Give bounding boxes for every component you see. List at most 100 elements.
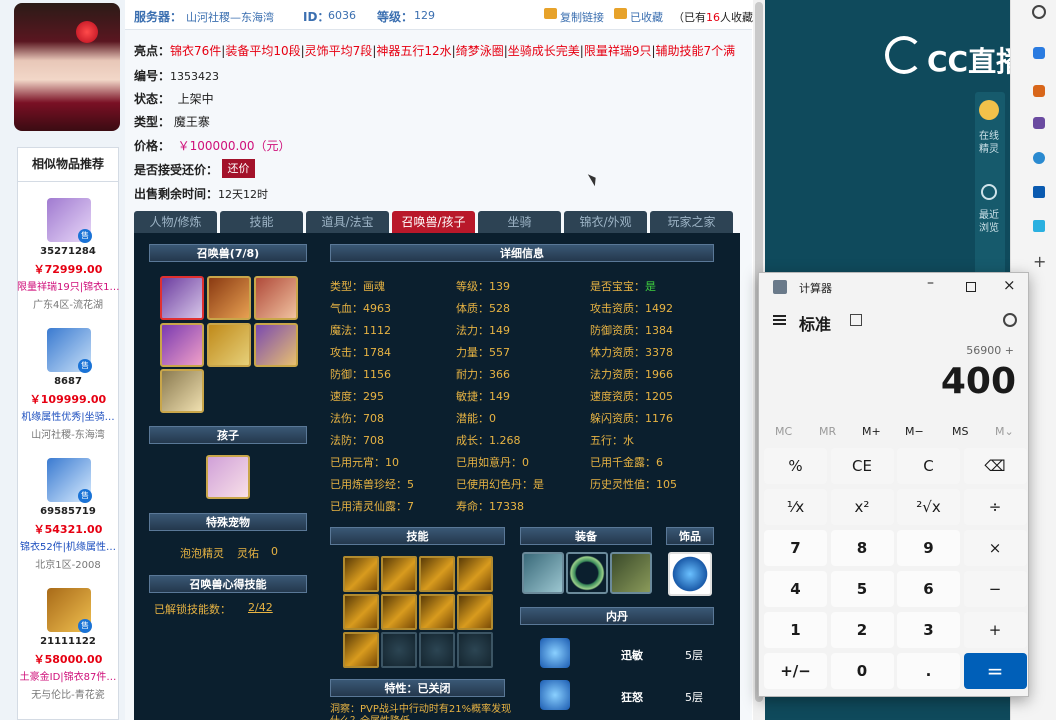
search-icon[interactable] [1032, 5, 1046, 19]
calc-key-1-3[interactable]: ÷ [963, 489, 1027, 525]
calc-key-0-2[interactable]: C [897, 448, 960, 484]
calc-key-0-3[interactable]: ⌫ [963, 448, 1027, 484]
calc-key-4-1[interactable]: 2 [830, 612, 894, 648]
similar-item-desc[interactable]: 锦衣52件|机缘属性… [17, 538, 119, 553]
sprite-icon[interactable] [979, 100, 999, 120]
inner-pill-icon[interactable] [540, 680, 570, 710]
memory-button-4[interactable]: MS [952, 425, 968, 438]
shopping-icon[interactable] [1033, 47, 1045, 59]
similar-item-desc[interactable]: 土豪金ID|锦衣87件… [17, 668, 119, 683]
tab-4[interactable]: 坐骑 [478, 211, 561, 233]
stat-value: 1156 [363, 368, 391, 381]
memory-button-2[interactable]: M+ [862, 425, 881, 438]
online-sprite-label[interactable]: 在线精灵 [977, 130, 1001, 156]
pet-slot-7[interactable] [160, 369, 204, 413]
calc-key-2-1[interactable]: 8 [830, 530, 894, 566]
pet-slot-3[interactable] [254, 276, 298, 320]
calc-key-5-3[interactable]: = [963, 653, 1027, 689]
inner-pill-header: 内丹 [520, 607, 714, 625]
memory-button-1[interactable]: MR [819, 425, 836, 438]
pet-slot-5[interactable] [207, 323, 251, 367]
similar-item-image[interactable]: 售 [47, 588, 92, 633]
similar-item-desc[interactable]: 机缘属性优秀|坐骑… [17, 408, 119, 423]
tab-1[interactable]: 技能 [220, 211, 303, 233]
calc-key-3-3[interactable]: − [963, 571, 1027, 607]
calc-key-4-2[interactable]: 3 [897, 612, 960, 648]
telegram-icon[interactable] [1033, 220, 1045, 232]
skill-slot[interactable] [457, 556, 493, 592]
skill-slot[interactable] [419, 594, 455, 630]
similar-item-desc[interactable]: 限量祥瑞19只|锦衣1… [17, 278, 119, 293]
similar-item-server: 山河社稷-东海湾 [31, 430, 105, 441]
calc-key-5-2[interactable]: . [897, 653, 960, 689]
skill-slot[interactable] [381, 594, 417, 630]
similar-item-price[interactable]: ￥54321.00 [17, 521, 119, 537]
empty-skill-slot[interactable] [419, 632, 455, 668]
copilot-icon[interactable] [1033, 152, 1045, 164]
calc-key-4-3[interactable]: + [963, 612, 1027, 648]
equip-slot-1[interactable] [522, 552, 564, 594]
unlocked-value-link[interactable]: 2/42 [248, 601, 273, 614]
child-slot[interactable] [206, 455, 250, 499]
pet-slot-6[interactable] [254, 323, 298, 367]
memory-button-0[interactable]: MC [775, 425, 792, 438]
tab-6[interactable]: 玩家之家 [650, 211, 733, 233]
calc-key-2-2[interactable]: 9 [897, 530, 960, 566]
keep-on-top-icon[interactable] [850, 314, 862, 326]
recent-browse-label[interactable]: 最近浏览 [977, 209, 1001, 235]
outlook-icon[interactable] [1033, 186, 1045, 198]
calc-key-1-2[interactable]: ²√x [897, 489, 960, 525]
close-button[interactable]: × [1003, 276, 1016, 294]
calc-key-3-1[interactable]: 5 [830, 571, 894, 607]
calc-key-1-0[interactable]: ¹⁄x [764, 489, 827, 525]
tab-5[interactable]: 锦衣/外观 [564, 211, 647, 233]
calc-key-5-0[interactable]: +/− [764, 653, 827, 689]
skill-slot[interactable] [381, 556, 417, 592]
similar-item-price[interactable]: ￥58000.00 [17, 651, 119, 667]
history-icon[interactable] [1003, 313, 1017, 327]
calc-key-3-0[interactable]: 4 [764, 571, 827, 607]
copy-link-button[interactable]: 复制链接 [560, 9, 604, 25]
skill-slot[interactable] [343, 632, 379, 668]
calc-key-5-1[interactable]: 0 [830, 653, 894, 689]
favorited-button[interactable]: 已收藏 [630, 9, 663, 25]
tab-2[interactable]: 道具/法宝 [306, 211, 389, 233]
minimize-button[interactable]: – [927, 275, 934, 291]
skill-slot[interactable] [343, 556, 379, 592]
tools-icon[interactable] [1033, 85, 1045, 97]
tab-0[interactable]: 人物/修炼 [134, 211, 217, 233]
calc-key-0-1[interactable]: CE [830, 448, 894, 484]
maximize-button[interactable] [966, 282, 976, 292]
calc-key-0-0[interactable]: % [764, 448, 827, 484]
pet-slot-1[interactable] [160, 276, 204, 320]
skill-slot[interactable] [419, 556, 455, 592]
empty-skill-slot[interactable] [381, 632, 417, 668]
empty-skill-slot[interactable] [457, 632, 493, 668]
pet-slot-4[interactable] [160, 323, 204, 367]
calc-key-1-1[interactable]: x² [830, 489, 894, 525]
equip-slot-3[interactable] [610, 552, 652, 594]
skill-slot[interactable] [457, 594, 493, 630]
calc-key-3-2[interactable]: 6 [897, 571, 960, 607]
memory-button-5[interactable]: M⌄ [995, 425, 1014, 438]
memory-button-3[interactable]: M− [905, 425, 924, 438]
add-icon[interactable]: + [1033, 252, 1046, 271]
similar-item-image[interactable]: 售 [47, 328, 92, 373]
clock-icon[interactable] [981, 184, 997, 200]
similar-item-image[interactable]: 售 [47, 198, 92, 243]
calc-key-2-0[interactable]: 7 [764, 530, 827, 566]
similar-item-price[interactable]: ￥72999.00 [17, 261, 119, 277]
skill-slot[interactable] [343, 594, 379, 630]
games-icon[interactable] [1033, 117, 1045, 129]
pet-slot-2[interactable] [207, 276, 251, 320]
calc-key-4-0[interactable]: 1 [764, 612, 827, 648]
inner-pill-icon[interactable] [540, 638, 570, 668]
calc-key-2-3[interactable]: × [963, 530, 1027, 566]
equip-slot-2[interactable] [566, 552, 608, 594]
tab-3[interactable]: 召唤兽/孩子 [392, 211, 475, 233]
menu-icon[interactable] [773, 315, 786, 317]
similar-item-image[interactable]: 售 [47, 458, 92, 503]
bargain-button[interactable]: 还价 [222, 159, 255, 178]
ornament-slot[interactable] [668, 552, 712, 596]
similar-item-price[interactable]: ￥109999.00 [17, 391, 119, 407]
